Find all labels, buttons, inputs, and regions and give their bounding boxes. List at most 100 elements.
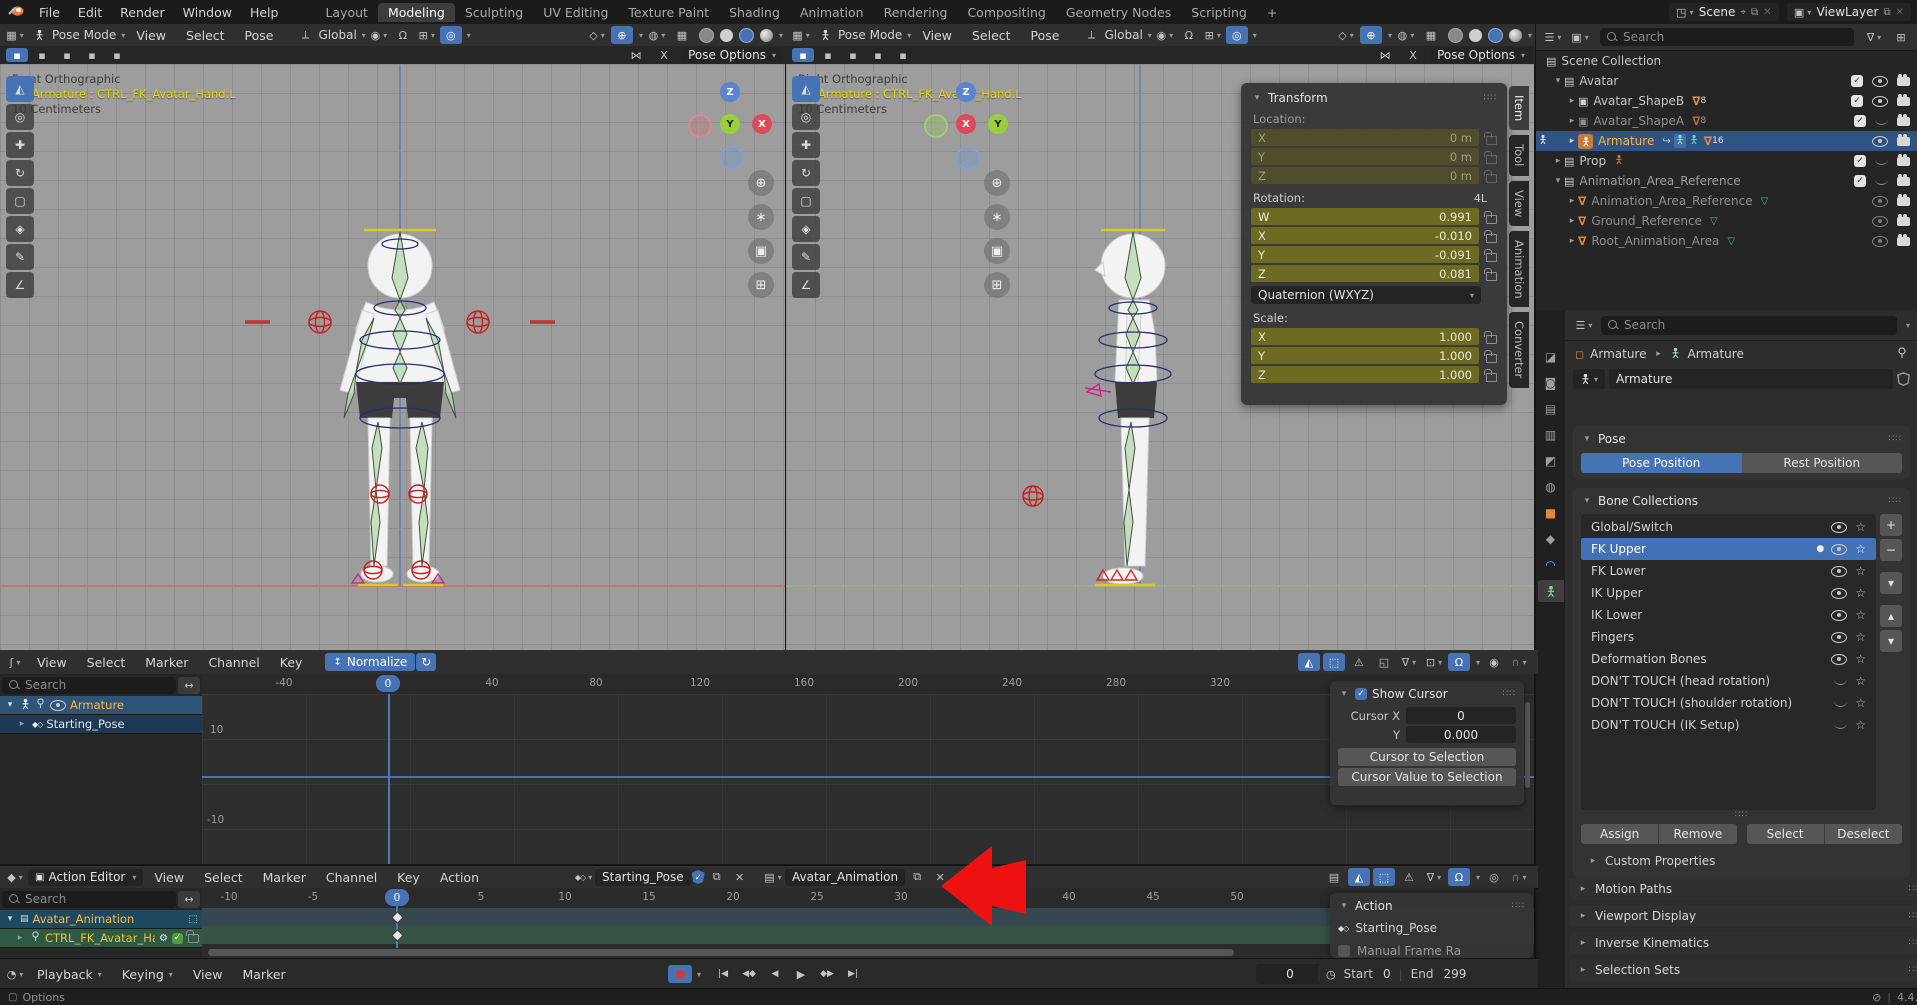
xray-icon[interactable]: ▦ [1420,26,1442,44]
action-panel-header[interactable]: ▾Action [1338,899,1393,913]
chevron-right-icon[interactable]: ▸ [1566,116,1578,126]
snap-icon[interactable]: Ω [1448,868,1470,886]
solo-dot-icon[interactable]: ● [1816,544,1824,554]
motion-paths-panel[interactable]: ▸Motion Paths∷∷ [1569,878,1917,900]
dope-editor-type-icon[interactable]: ◆▾ [4,868,26,886]
chevron-right-icon[interactable]: ▸ [1566,196,1578,206]
select-menu[interactable]: Select [177,28,234,43]
blender-logo-icon[interactable] [8,4,24,20]
tab-scene-icon[interactable]: ◩ [1538,450,1564,472]
tweak-icon[interactable]: ◭ [1348,868,1370,886]
exclude-checkbox[interactable]: ✓ [1851,75,1863,87]
unlock-icon[interactable] [188,934,199,943]
tool-option-icon-5[interactable]: ▪ [106,48,128,62]
eye-closed-icon[interactable] [1834,700,1847,707]
star-icon[interactable]: ☆ [1855,696,1866,710]
timeline-editor-type-icon[interactable]: ◔▾ [4,965,26,983]
star-icon[interactable]: ☆ [1855,608,1866,622]
box-select-icon[interactable]: ⬚ [1323,653,1345,671]
exclude-checkbox[interactable]: ✓ [1851,95,1863,107]
snap-target-icon[interactable]: ⊞▾ [1202,26,1224,44]
camera-icon[interactable] [1897,217,1910,226]
exclude-checkbox[interactable]: ✓ [1854,155,1866,167]
properties-options-dropdown[interactable]: ▾ [1906,321,1910,330]
fake-user-shield-icon[interactable]: ✓ [692,870,705,884]
mirror-x-toggle[interactable]: X [1402,46,1424,64]
scale-z-field[interactable]: Z1.000 [1251,366,1479,383]
normalize-sync-icon[interactable]: ↻ [416,653,436,671]
breadcrumb-data[interactable]: Armature [1687,347,1743,361]
select-button[interactable]: Select [1747,824,1824,844]
tool-move[interactable]: ✚ [6,132,34,158]
falloff-icon[interactable]: ∩▾ [1508,868,1530,886]
chevron-right-icon[interactable]: ▸ [1566,236,1578,246]
show-cursor-checkbox[interactable]: ✓ [1355,688,1367,700]
scale-x-field[interactable]: X1.000 [1251,328,1479,345]
prev-frame-button[interactable]: ◀ [764,965,786,983]
camera-view-icon[interactable]: ▣ [984,238,1010,264]
mode-selector[interactable]: Pose Mode▾ [838,28,911,42]
eye-icon[interactable] [1831,588,1847,599]
list-item[interactable]: Fingers☆ [1581,626,1876,648]
editor-mode-dropdown[interactable]: ▣Action Editor▾ [28,869,143,886]
star-icon[interactable]: ☆ [1855,564,1866,578]
eye-icon[interactable] [1872,96,1888,107]
custom-properties-panel[interactable]: ▸Custom Properties [1581,850,1902,872]
star-icon[interactable]: ☆ [1855,542,1866,556]
rotation-mode-dropdown[interactable]: Quaternion (WXYZ)▾ [1251,286,1481,304]
mirror-icon[interactable]: ⋈ [1374,46,1396,64]
tool-option-icon-4[interactable]: ▪ [81,48,103,62]
tool-option-icon-4[interactable]: ▪ [867,48,889,62]
outliner-row-avatar-shapea[interactable]: ▸▣Avatar_ShapeA ∇8 ✓ [1536,111,1917,131]
outliner-search-input[interactable]: Search [1600,28,1854,46]
viewlayer-selector[interactable]: ▣▾ ViewLayer ⧉ ✕ [1787,3,1911,21]
star-icon[interactable]: ☆ [1855,652,1866,666]
zoom-icon[interactable]: ⊕ [984,170,1010,196]
list-item[interactable]: IK Lower☆ [1581,604,1876,626]
eye-icon[interactable] [1831,654,1847,665]
slot-name-field[interactable]: Avatar_Animation [785,869,905,886]
eye-icon[interactable] [1831,566,1847,577]
bone-collections-header[interactable]: ▾Bone Collections [1581,494,1698,508]
pan-hand-icon[interactable]: ∗ [748,204,774,230]
lock-icon[interactable] [1486,234,1497,243]
menu-edit[interactable]: Edit [69,5,111,20]
mirror-icon[interactable]: ⋈ [625,46,647,64]
channel-starting-pose[interactable]: ▸ ◆◇ Starting_Pose [0,715,202,734]
outliner-row-avatar[interactable]: ▾▤Avatar ✓ [1536,71,1917,91]
chevron-right-icon[interactable]: ▸ [1552,156,1564,166]
gizmo-y-axis[interactable]: Y [988,114,1008,134]
tool-annotate[interactable]: ✎ [792,244,820,270]
selection-sets-panel[interactable]: ▸Selection Sets∷∷ [1569,959,1917,981]
panel-grip[interactable]: ∷∷ [1484,93,1497,103]
tool-measure[interactable]: ∠ [792,272,820,298]
pivot-point-icon[interactable]: ◉▾ [1154,26,1176,44]
lock-icon[interactable] [1486,174,1497,183]
eye-closed-icon[interactable] [1834,722,1847,729]
navigation-gizmo[interactable]: Z X Y [688,82,772,166]
new-collection-icon[interactable]: ⊞ [1890,28,1912,46]
tool-cursor[interactable]: ◎ [6,104,34,130]
slot-filter-icon[interactable]: ▤ [1323,868,1345,886]
rotation-y-field[interactable]: Y-0.091 [1251,246,1479,263]
workspace-tab-shading[interactable]: Shading [719,3,790,22]
list-item[interactable]: DON'T TOUCH (IK Setup)☆ [1581,714,1876,736]
panel-grip[interactable]: ∷∷ [1512,901,1525,911]
filter-icon[interactable]: ∇▾ [1423,868,1445,886]
snap-icon[interactable]: Ω [1448,653,1470,671]
list-resize-grip[interactable]: ∷∷ [1581,810,1902,820]
show-cursor-header[interactable]: ▾✓Show Cursor [1338,687,1448,701]
move-up-button[interactable]: ▴ [1880,605,1902,627]
tab-physics-icon[interactable]: ◠ [1538,554,1564,576]
left-viewport[interactable]: Front Orthographic (0) Armature : CTRL_F… [0,64,786,650]
orientation-selector[interactable]: Global▾ [1105,28,1152,42]
shading-material-icon[interactable] [1488,28,1503,43]
id-type-icon[interactable]: ▾ [1573,369,1605,389]
tool-option-icon-2[interactable]: ▪ [31,48,53,62]
location-y-field[interactable]: Y0 m [1251,148,1479,165]
jump-to-start-button[interactable]: |◀ [712,965,734,983]
pose-menu[interactable]: Pose [236,28,283,43]
deselect-button[interactable]: Deselect [1824,824,1902,844]
dope-action-menu[interactable]: Action [431,870,488,885]
current-frame-indicator[interactable]: 0 [385,889,409,906]
